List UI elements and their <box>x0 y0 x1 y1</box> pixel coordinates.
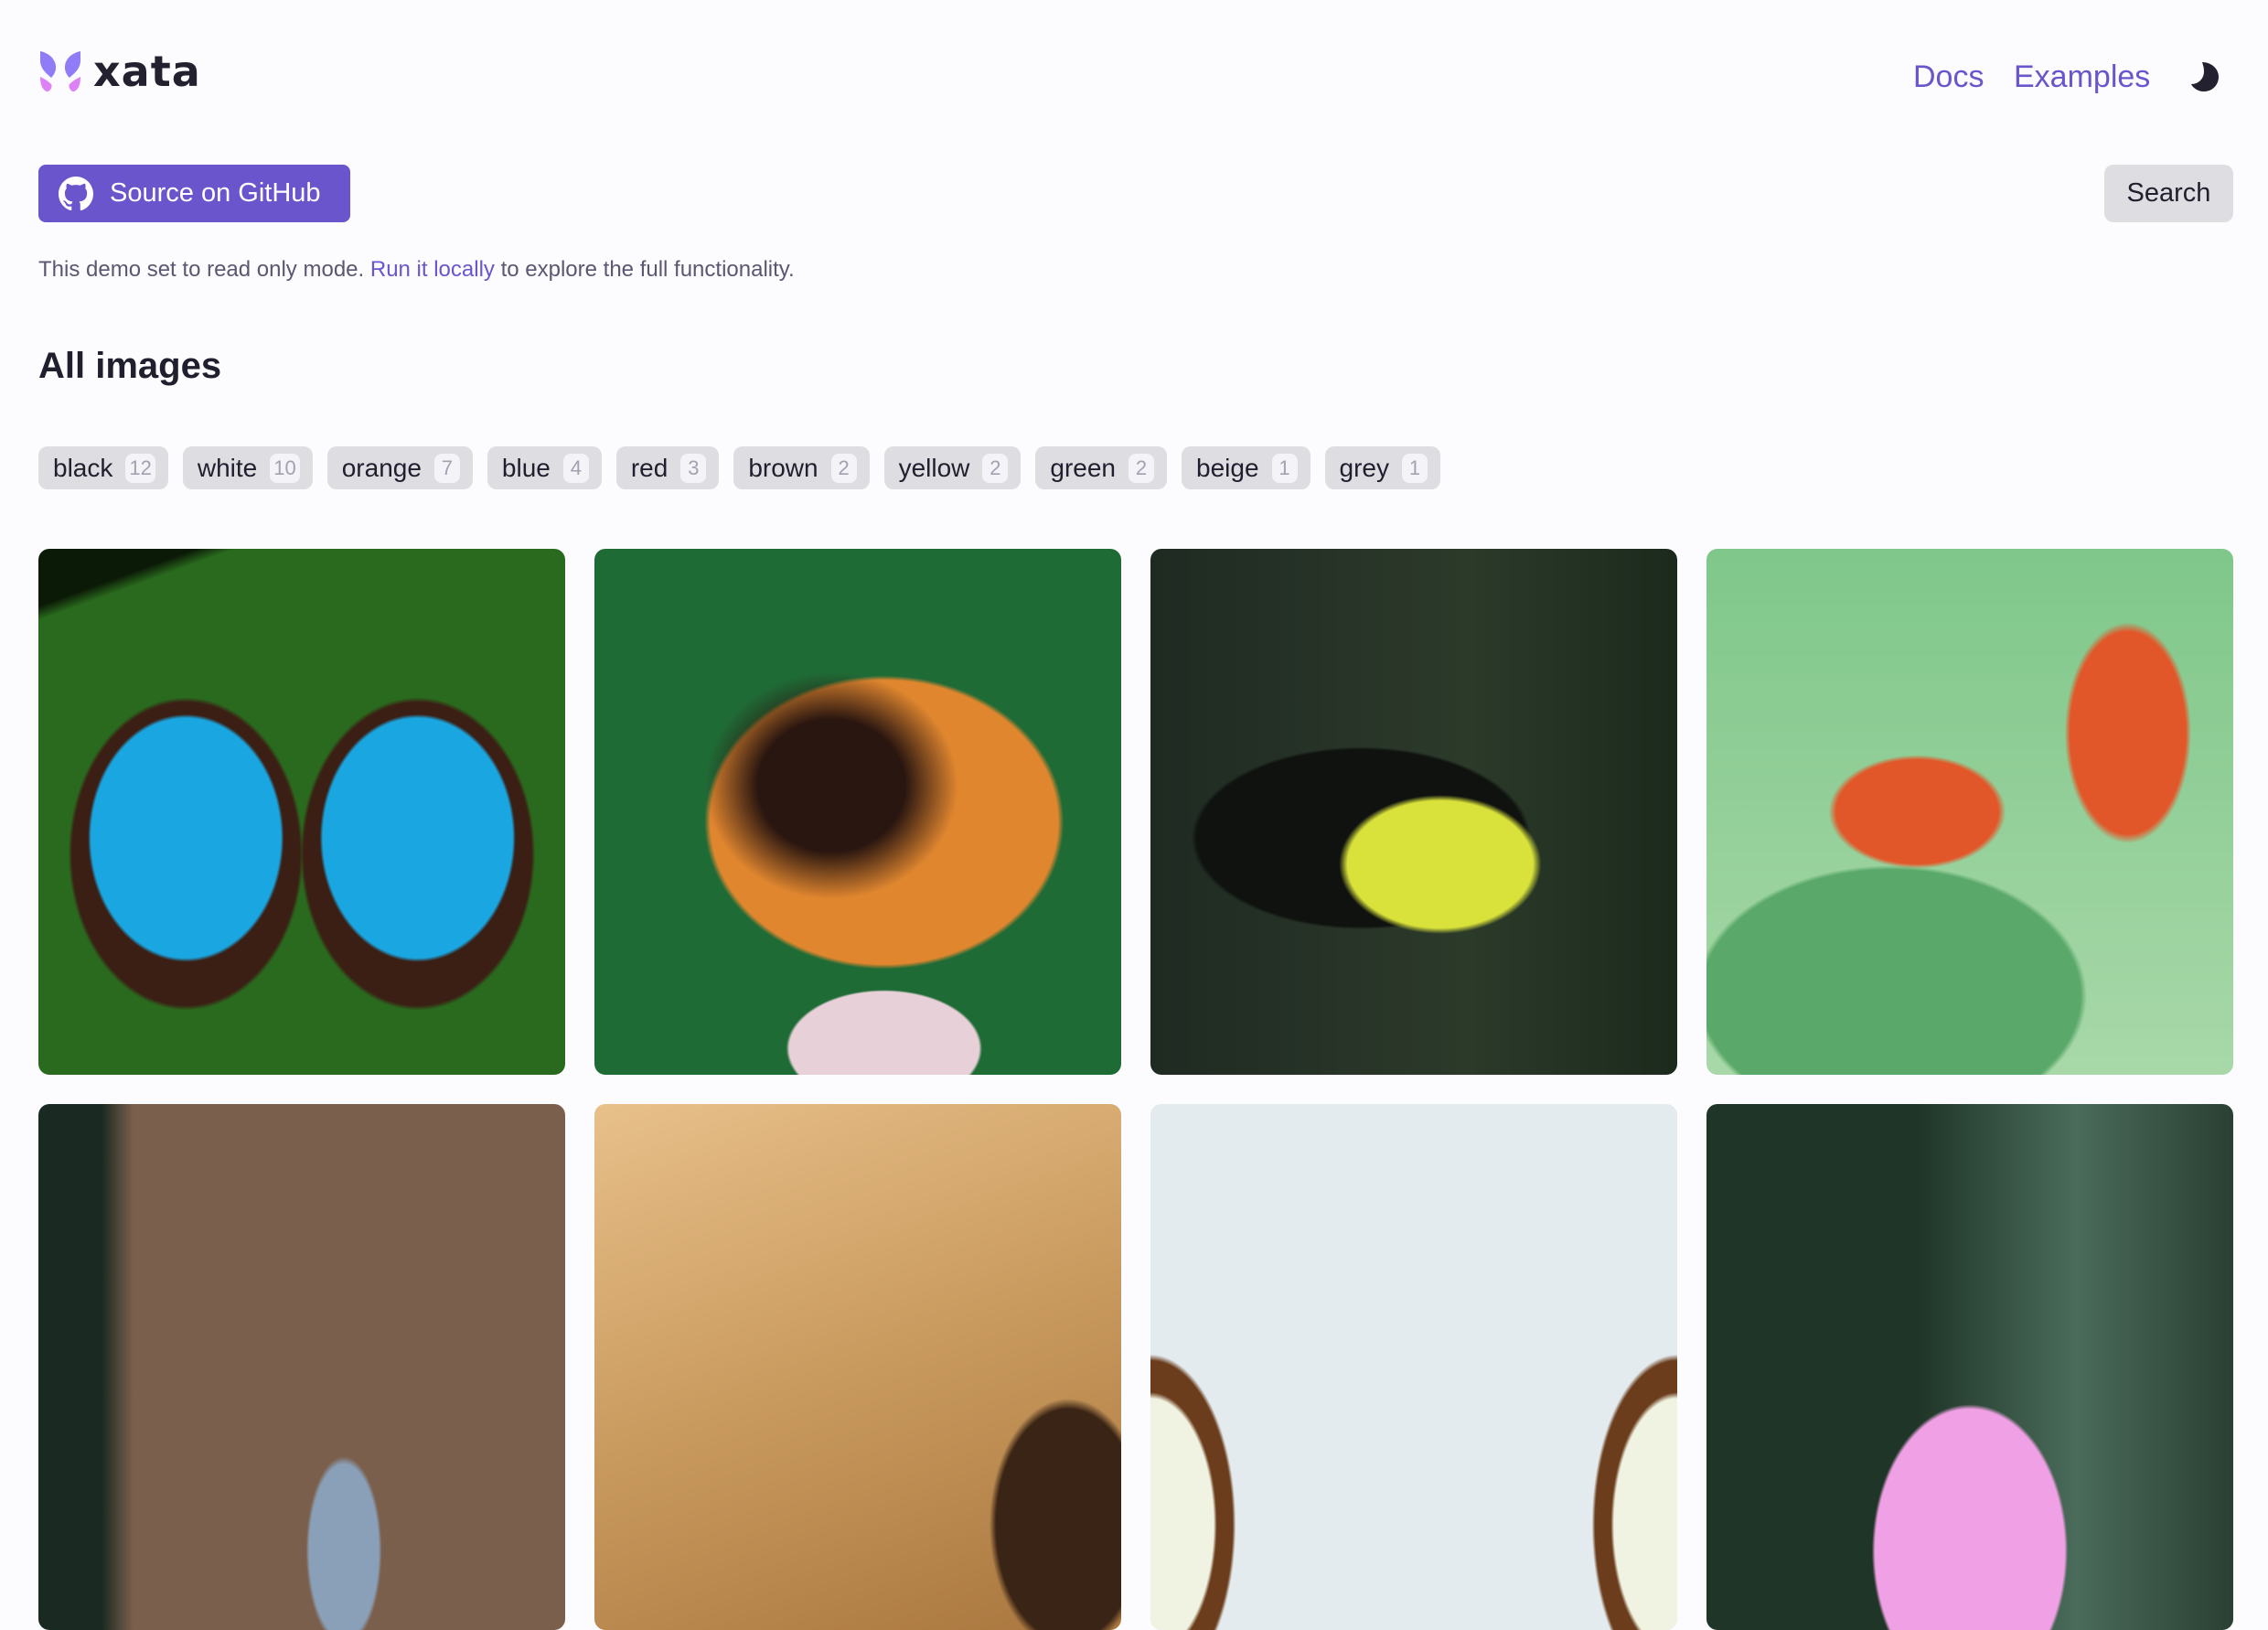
tag-beige[interactable]: beige 1 <box>1182 446 1311 489</box>
tag-label: yellow <box>898 453 970 482</box>
source-on-github-label: Source on GitHub <box>110 178 321 208</box>
image-grid <box>38 549 2233 1630</box>
tag-count: 1 <box>1271 453 1298 483</box>
tag-yellow[interactable]: yellow 2 <box>883 446 1022 489</box>
image-card[interactable] <box>38 549 565 1075</box>
butterfly-photo <box>1150 1104 1677 1630</box>
butterfly-photo <box>38 549 565 1075</box>
tag-count: 1 <box>1402 453 1428 483</box>
image-card[interactable] <box>1706 1104 2233 1630</box>
notice-text-before: This demo set to read only mode. <box>38 257 370 282</box>
tag-brown[interactable]: brown 2 <box>733 446 870 489</box>
tag-label: brown <box>748 453 818 482</box>
tag-count: 10 <box>270 453 300 483</box>
tag-black[interactable]: black 12 <box>38 446 168 489</box>
tag-label: blue <box>501 453 551 482</box>
image-card[interactable] <box>1706 549 2233 1075</box>
tag-count: 12 <box>125 453 155 483</box>
tag-label: orange <box>341 453 422 482</box>
tag-label: red <box>630 453 669 482</box>
butterfly-photo <box>594 549 1121 1075</box>
image-card[interactable] <box>1150 549 1677 1075</box>
tag-label: beige <box>1196 453 1259 482</box>
top-nav: Docs Examples <box>0 59 2268 99</box>
page-title: All images <box>38 346 222 386</box>
nav-link-examples[interactable]: Examples <box>2014 59 2150 95</box>
butterfly-photo <box>1706 549 2233 1075</box>
run-locally-link[interactable]: Run it locally <box>370 257 495 282</box>
tag-count: 2 <box>982 453 1009 483</box>
nav-link-docs[interactable]: Docs <box>1913 59 1984 95</box>
tag-count: 2 <box>1129 453 1155 483</box>
tag-orange[interactable]: orange 7 <box>326 446 473 489</box>
tag-red[interactable]: red 3 <box>615 446 720 489</box>
butterfly-photo <box>594 1104 1121 1630</box>
tag-count: 4 <box>562 453 589 483</box>
tag-label: black <box>53 453 113 482</box>
moon-icon[interactable] <box>2186 59 2222 95</box>
image-card[interactable] <box>38 1104 565 1630</box>
tag-blue[interactable]: blue 4 <box>487 446 602 489</box>
github-icon <box>59 176 93 210</box>
image-card[interactable] <box>594 549 1121 1075</box>
read-only-notice: This demo set to read only mode. Run it … <box>38 256 795 284</box>
color-tag-filters: black 12 white 10 orange 7 blue 4 red 3 brown… <box>38 446 1440 489</box>
search-button[interactable]: Search <box>2104 165 2233 222</box>
source-on-github-button[interactable]: Source on GitHub <box>38 165 350 222</box>
tag-grey[interactable]: grey 1 <box>1324 446 1440 489</box>
tag-count: 7 <box>433 453 460 483</box>
butterfly-photo <box>38 1104 565 1630</box>
image-card[interactable] <box>1150 1104 1677 1630</box>
tag-label: white <box>197 453 258 482</box>
tag-white[interactable]: white 10 <box>182 446 313 489</box>
tag-count: 2 <box>830 453 857 483</box>
tag-label: green <box>1050 453 1117 482</box>
tag-count: 3 <box>680 453 707 483</box>
butterfly-photo <box>1150 549 1677 1075</box>
butterfly-photo <box>1706 1104 2233 1630</box>
image-card[interactable] <box>594 1104 1121 1630</box>
tag-label: grey <box>1339 453 1389 482</box>
notice-text-after: to explore the full functionality. <box>494 257 795 282</box>
tag-green[interactable]: green 2 <box>1035 446 1168 489</box>
header: xata Docs Examples <box>0 0 2268 146</box>
